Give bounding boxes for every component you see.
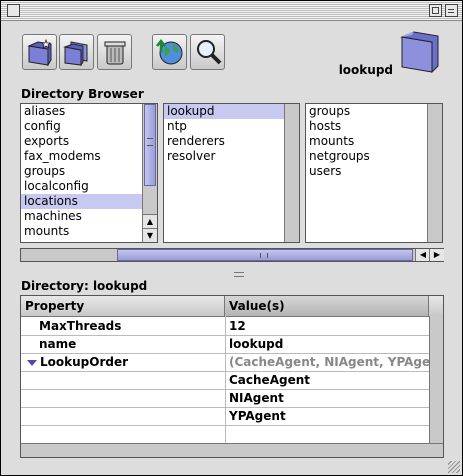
property-column-header[interactable]: Property [21,296,225,316]
browser-item-label: groups [309,104,351,118]
column-3-scrollbar[interactable] [427,104,442,242]
browser-item-label: ntp [167,119,187,133]
browser-item[interactable]: groups▶ [306,104,442,119]
directory-folder-icon [400,31,439,73]
directory-window: lookupd Directory Browser aliases▶config… [0,0,463,476]
browser-item-label: resolver [167,149,216,163]
disclosure-triangle-icon[interactable] [27,359,37,366]
property-table[interactable]: Property Value(s) MaxThreads 12 name lookup… [20,295,444,458]
browser-item-label: groups [24,164,66,178]
property-name: MaxThreads [39,319,122,333]
value-column-header[interactable]: Value(s) [225,296,429,316]
scroll-up-arrow-icon[interactable]: ▲ [143,214,157,229]
property-name: name [39,337,77,351]
browser-item[interactable]: hosts▶ [306,119,442,134]
browser-item[interactable]: fax_modems▶ [21,149,157,164]
close-box[interactable] [7,4,20,17]
find-button[interactable] [190,34,225,70]
browser-item-label: exports [24,134,70,148]
column-divider [225,316,226,457]
browser-item[interactable]: mounts▶ [306,134,442,149]
value-cell[interactable]: CacheAgent [229,371,310,389]
browser-label: Directory Browser [21,87,144,101]
browser-item-label: localconfig [24,179,89,193]
table-horizontal-scrollbar[interactable] [21,443,443,457]
browser-item[interactable]: aliases▶ [21,104,157,119]
browser-item[interactable]: locations▶ [21,194,157,209]
directory-label: Directory: lookupd [21,279,148,293]
browser-item[interactable]: localconfig▶ [21,179,157,194]
new-folder-icon [27,38,52,66]
browser-horizontal-scrollbar[interactable]: ◀ ▶ [20,248,444,262]
browser-item[interactable]: mounts▶ [21,224,157,239]
magnifier-icon [197,40,222,65]
scroll-right-arrow-icon[interactable]: ▶ [429,249,444,261]
resize-grip-icon[interactable] [448,461,460,473]
browser-item-label: users [309,164,342,178]
browser-item[interactable]: lookupd▶ [164,104,299,119]
browser-item-label: netgroups [309,149,370,163]
globe-upload-icon [156,38,183,65]
browser-item-label: renderers [167,134,225,148]
browser-item-label: hosts [309,119,342,133]
value-cell[interactable]: YPAgent [229,407,286,425]
column-1-scrollbar[interactable]: ▲ ▼ [142,104,157,242]
property-cell: name [39,335,76,353]
browser-item-label: machines [24,209,82,223]
browser-item-label: fax_modems [24,149,101,163]
property-cell: MaxThreads [39,317,121,335]
browser-item-label: locations [24,194,78,208]
delete-button[interactable] [97,34,132,70]
browser-item[interactable]: users▶ [306,164,442,179]
browser-item[interactable]: groups▶ [21,164,157,179]
title-bar[interactable] [1,1,462,21]
browser-item-label: lookupd [167,104,215,118]
table-header: Property Value(s) [21,296,443,317]
new-directory-button[interactable] [22,34,57,70]
duplicate-folder-icon [63,41,88,66]
browser-item-label: mounts [24,224,70,238]
scroll-left-arrow-icon[interactable]: ◀ [415,249,430,261]
browser-item-label: config [24,119,61,133]
value-cell[interactable]: NIAgent [229,389,284,407]
browser-column-2[interactable]: lookupd▶ntp▶renderers▶resolver▶ [163,103,300,243]
browser-item[interactable]: netgroups▶ [306,149,442,164]
zoom-box[interactable] [429,4,442,17]
browser-item[interactable]: renderers▶ [164,134,299,149]
value-cell[interactable]: (CacheAgent, NIAgent, YPAgent) [229,353,443,371]
property-name: LookupOrder [40,355,129,369]
browser-item[interactable]: config▶ [21,119,157,134]
split-divider-handle[interactable] [234,272,244,277]
browser-item-label: mounts [309,134,355,148]
browser-item-label: aliases [24,104,66,118]
table-vertical-scrollbar[interactable] [429,316,443,443]
value-cell[interactable]: lookupd [229,335,283,353]
horizontal-scroll-thumb[interactable] [117,249,413,261]
property-cell: LookupOrder [27,353,128,371]
scroll-down-arrow-icon[interactable]: ▼ [143,228,157,242]
browser-column-1[interactable]: aliases▶config▶exports▶fax_modems▶groups… [20,103,158,243]
browser-item[interactable]: resolver▶ [164,149,299,164]
column-2-scrollbar[interactable] [284,104,299,242]
browser-item[interactable]: exports▶ [21,134,157,149]
browser-item[interactable]: ntp▶ [164,119,299,134]
open-domain-button[interactable] [152,34,187,70]
duplicate-directory-button[interactable] [59,34,94,70]
trash-icon [104,41,126,65]
current-directory-name: lookupd [338,63,393,77]
scroll-thumb[interactable] [144,104,156,186]
browser-item[interactable]: machines▶ [21,209,157,224]
value-cell[interactable]: 12 [229,317,246,335]
browser-column-3[interactable]: groups▶hosts▶mounts▶netgroups▶users▶ [305,103,443,243]
collapse-box[interactable] [445,4,458,17]
